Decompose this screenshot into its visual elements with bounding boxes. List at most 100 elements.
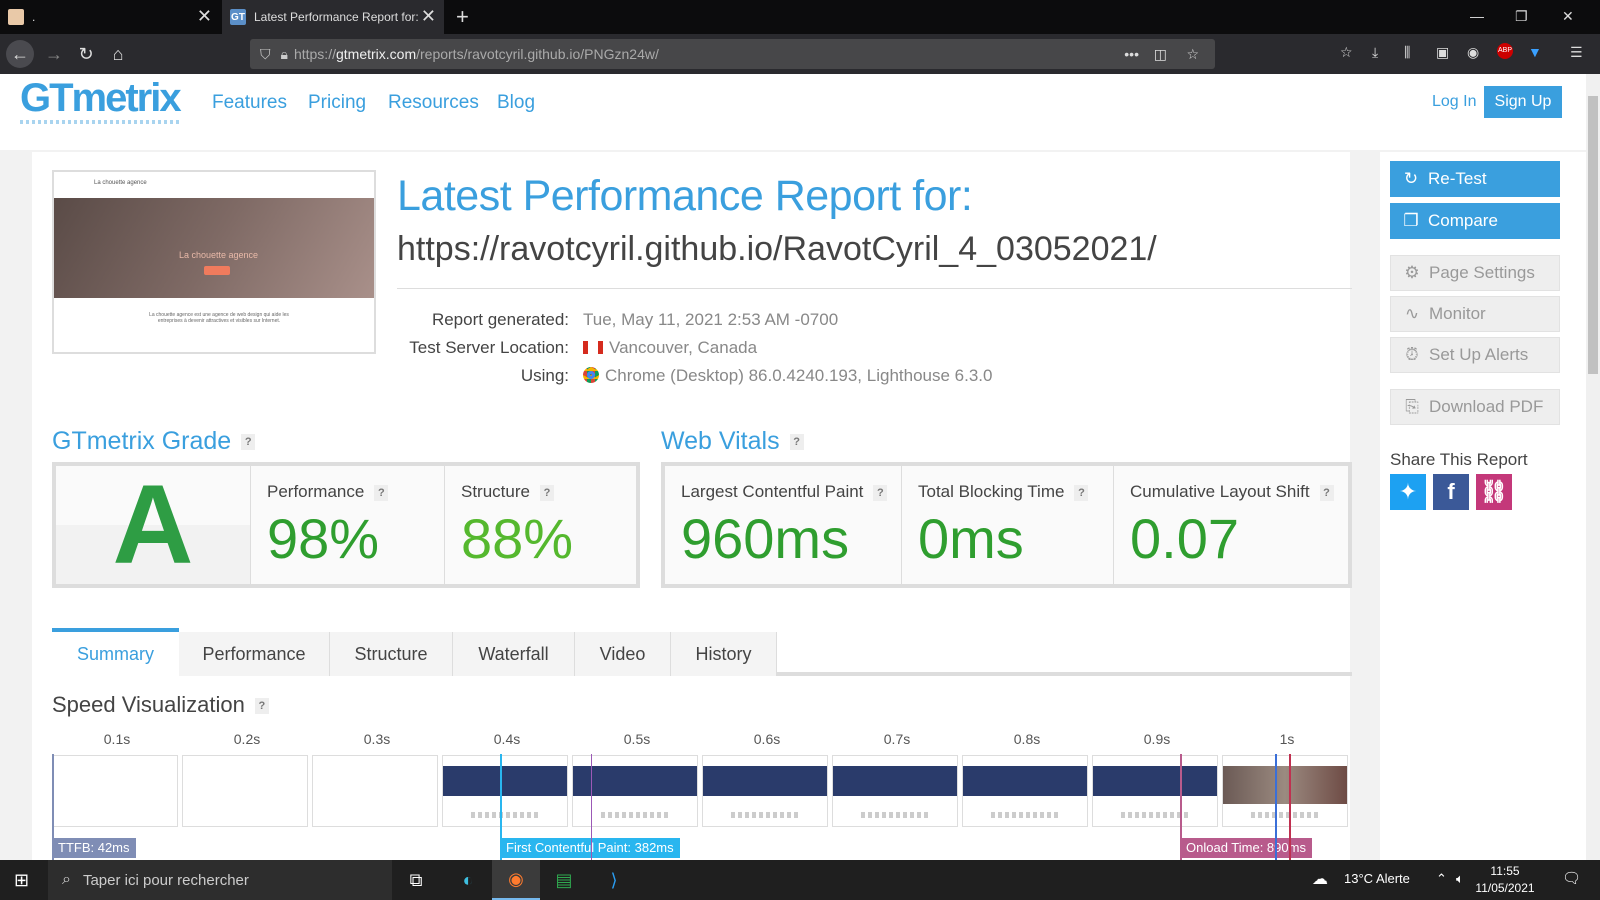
tab-performance[interactable]: Performance xyxy=(179,632,330,676)
browser-tab-bar: . ✕ GT Latest Performance Report for: ✕ … xyxy=(0,0,1600,34)
twitter-share-icon[interactable]: ✦ xyxy=(1390,474,1426,510)
help-icon[interactable]: ? xyxy=(254,698,269,715)
help-icon[interactable]: ? xyxy=(1074,484,1089,501)
help-icon[interactable]: ? xyxy=(873,484,888,501)
metric-label: Largest Contentful Paint? xyxy=(681,482,888,502)
grade-title: GTmetrix Grade xyxy=(52,427,232,455)
meta-label-generated: Report generated: xyxy=(431,310,569,329)
reload-icon[interactable]: ↻ xyxy=(74,42,98,66)
scrollbar-thumb[interactable] xyxy=(1588,96,1598,374)
clock-date: 11/05/2021 xyxy=(1475,881,1535,895)
help-icon[interactable]: ? xyxy=(789,434,804,451)
monitor-button[interactable]: ∿ Monitor xyxy=(1390,296,1560,332)
thumb-hero-title: La chouette agence xyxy=(179,250,259,260)
tab-video[interactable]: Video xyxy=(575,632,671,676)
help-icon[interactable]: ? xyxy=(241,434,256,451)
shield-icon: ⛉ xyxy=(260,45,271,62)
help-icon[interactable]: ? xyxy=(539,484,554,501)
gtmetrix-favicon-icon: GT xyxy=(230,9,246,25)
facebook-share-icon[interactable]: f xyxy=(1433,474,1469,510)
filmstrip-frame[interactable] xyxy=(312,755,438,827)
taskbar-search[interactable]: ⌕ Taper ici pour rechercher xyxy=(48,860,392,900)
reading-list-icon[interactable]: ☆ xyxy=(1340,44,1353,61)
weather-icon[interactable]: ☁ xyxy=(1312,869,1328,889)
page-settings-button[interactable]: ⚙ Page Settings xyxy=(1390,255,1560,291)
close-tab-icon[interactable]: ✕ xyxy=(197,7,212,25)
help-icon[interactable]: ? xyxy=(374,484,389,501)
page-scrollbar[interactable] xyxy=(1586,74,1600,860)
notifications-icon[interactable]: 🗨︎ xyxy=(1562,869,1581,887)
back-arrow-icon[interactable]: ← xyxy=(6,40,34,68)
filmstrip-frame[interactable] xyxy=(182,755,308,827)
tab-summary[interactable]: Summary xyxy=(52,628,179,676)
download-pdf-button[interactable]: ⎘ Download PDF xyxy=(1390,389,1560,425)
timeline-tick: 0.8s xyxy=(1013,731,1041,747)
tab-history[interactable]: History xyxy=(671,632,777,676)
compare-button[interactable]: ❐ Compare xyxy=(1390,203,1560,239)
frame-hero xyxy=(963,766,1087,796)
firefox-icon[interactable]: ◉ xyxy=(492,860,540,900)
weather-text[interactable]: 13°C Alerte xyxy=(1344,871,1410,886)
download-icon[interactable]: ⤓ xyxy=(1372,44,1378,61)
window-close-icon[interactable]: ✕ xyxy=(1562,8,1574,25)
filmstrip-frame[interactable] xyxy=(1222,755,1348,827)
site-header: GTmetrix Features Pricing Resources Blog… xyxy=(0,74,1586,150)
menu-icon[interactable]: ☰ xyxy=(1570,44,1583,61)
close-tab-icon[interactable]: ✕ xyxy=(421,7,436,25)
tray-chevron-icon[interactable]: ⌃ xyxy=(1436,871,1447,887)
forward-arrow-icon[interactable]: → xyxy=(42,42,66,66)
sidebar-icon[interactable]: ▣ xyxy=(1436,44,1449,61)
retest-button[interactable]: ↻ Re-Test xyxy=(1390,161,1560,197)
vscode-icon[interactable]: ⟩ xyxy=(590,860,638,900)
tab-structure[interactable]: Structure xyxy=(330,632,453,676)
metric-label: Cumulative Layout Shift? xyxy=(1130,482,1334,502)
nav-pricing[interactable]: Pricing xyxy=(308,92,366,114)
new-tab-button[interactable]: + xyxy=(456,4,469,30)
report-tabs: Summary Performance Structure Waterfall … xyxy=(52,628,1352,676)
task-view-icon[interactable]: ⧉ xyxy=(392,860,440,900)
library-icon[interactable]: ⫼ xyxy=(1404,44,1410,61)
filmstrip-frame[interactable] xyxy=(1092,755,1218,827)
filmstrip-frame[interactable] xyxy=(702,755,828,827)
browser-tab-2[interactable]: GT Latest Performance Report for: ✕ xyxy=(222,0,444,34)
page-screenshot-thumbnail: La chouette agence La chouette agence La… xyxy=(52,170,376,354)
bookmark-star-icon[interactable]: ☆ xyxy=(1186,46,1199,63)
home-icon[interactable]: ⌂ xyxy=(106,42,130,66)
address-bar[interactable]: ⛉ 🔒︎ https:// gtmetrix.com /reports/ravo… xyxy=(250,39,1215,69)
filmstrip-frame[interactable] xyxy=(442,755,568,827)
login-link[interactable]: Log In xyxy=(1432,93,1476,111)
edge-icon[interactable]: ◐ xyxy=(444,860,492,900)
adblock-icon[interactable]: ABP xyxy=(1497,43,1513,59)
system-clock[interactable]: 11:55 11/05/2021 xyxy=(1470,863,1540,897)
tab-label: . xyxy=(32,10,36,24)
meta-value-using: Chrome (Desktop) 86.0.4240.193, Lighthou… xyxy=(583,366,992,386)
timeline-tick: 1s xyxy=(1279,731,1295,747)
metric-label: Total Blocking Time? xyxy=(918,482,1089,502)
volume-icon[interactable]: 🔈︎ xyxy=(1456,871,1464,887)
nav-blog[interactable]: Blog xyxy=(497,92,535,114)
help-icon[interactable]: ? xyxy=(1319,484,1334,501)
sheets-icon[interactable]: ▤ xyxy=(540,860,588,900)
dom-marker-line xyxy=(1275,754,1277,860)
alerts-button[interactable]: ⏰︎ Set Up Alerts xyxy=(1390,337,1560,373)
clock-time: 11:55 xyxy=(1490,864,1520,878)
speed-title: Speed Visualization xyxy=(52,692,245,717)
pocket-icon[interactable]: ◫ xyxy=(1154,46,1167,63)
extension-icon[interactable]: ▼ xyxy=(1528,44,1542,60)
page-actions-icon[interactable]: ••• xyxy=(1124,46,1139,62)
filmstrip-frame[interactable] xyxy=(832,755,958,827)
share-title: Share This Report xyxy=(1390,450,1528,469)
account-icon[interactable]: ◉ xyxy=(1467,44,1479,61)
link-share-icon[interactable]: ⛓ xyxy=(1476,474,1512,510)
gtmetrix-logo[interactable]: GTmetrix xyxy=(20,76,182,121)
windows-start-icon[interactable]: ⊞ xyxy=(14,870,29,891)
tab-waterfall[interactable]: Waterfall xyxy=(453,632,575,676)
browser-tab-1[interactable]: . ✕ xyxy=(0,0,220,34)
restore-icon[interactable]: ❐ xyxy=(1515,8,1528,25)
minimize-icon[interactable]: — xyxy=(1470,8,1484,24)
signup-button[interactable]: Sign Up xyxy=(1484,86,1562,118)
filmstrip-frame[interactable] xyxy=(962,755,1088,827)
nav-resources[interactable]: Resources xyxy=(388,92,479,114)
filmstrip-frame[interactable] xyxy=(52,755,178,827)
nav-features[interactable]: Features xyxy=(212,92,287,114)
